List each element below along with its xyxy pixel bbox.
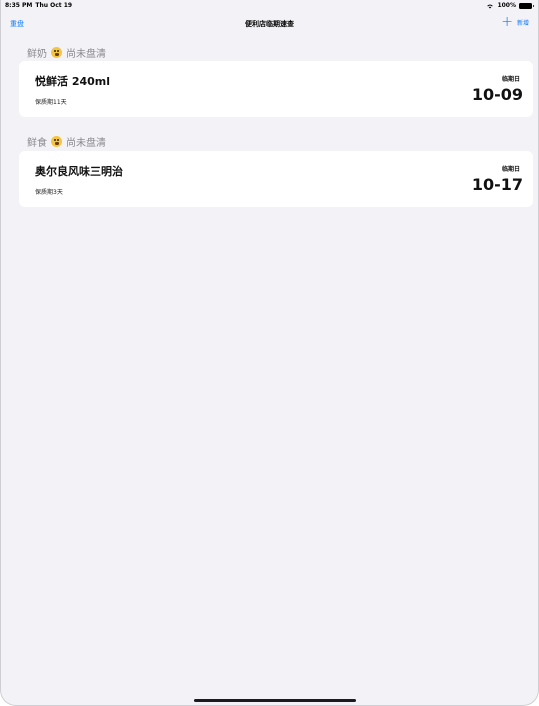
expiry-label: 临期日: [501, 166, 520, 173]
expiry-date: 10-09: [471, 85, 523, 104]
plus-icon: +: [501, 14, 513, 30]
section-header-fresh-food: 鲜食 尚未盘清: [27, 134, 106, 149]
status-indicators: 100%: [486, 2, 534, 9]
section-header-milk: 鲜奶 尚未盘清: [27, 45, 106, 60]
item-name: 奥尔良风味三明治: [35, 165, 123, 178]
navigation-bar: 重盘 便利店临期速查 + 新增: [1, 12, 538, 34]
section-status: 尚未盘清: [66, 49, 106, 60]
battery-percentage: 100%: [497, 2, 516, 9]
scream-emoji-icon: [51, 136, 62, 147]
home-indicator[interactable]: [194, 699, 356, 702]
status-time-date: 8:35 PM Thu Oct 19: [5, 2, 72, 9]
status-time: 8:35 PM: [5, 2, 33, 9]
item-shelf-life: 保质期11天: [35, 99, 67, 106]
app-screen: 8:35 PM Thu Oct 19 100% 重盘 便利店临期速查 + 新增 …: [0, 0, 539, 706]
item-card-sandwich[interactable]: 奥尔良风味三明治 保质期3天 临期日 10-17: [19, 151, 533, 207]
item-shelf-life: 保质期3天: [35, 189, 63, 196]
section-title: 鲜奶: [27, 49, 47, 60]
expiry-date: 10-17: [471, 175, 523, 194]
section-status: 尚未盘清: [66, 138, 106, 149]
item-card-milk[interactable]: 悦鲜活 240ml 保质期11天 临期日 10-09: [19, 61, 533, 117]
add-button[interactable]: + 新增: [501, 14, 529, 30]
section-title: 鲜食: [27, 138, 47, 149]
battery-icon: [519, 2, 534, 9]
status-date: Thu Oct 19: [35, 2, 73, 9]
add-button-label: 新增: [516, 19, 529, 27]
wifi-icon: [487, 4, 494, 8]
item-name: 悦鲜活 240ml: [35, 75, 111, 88]
scream-emoji-icon: [51, 47, 62, 58]
status-bar: 8:35 PM Thu Oct 19 100%: [1, 0, 538, 12]
expiry-label: 临期日: [501, 76, 520, 83]
page-title: 便利店临期速查: [245, 20, 294, 28]
